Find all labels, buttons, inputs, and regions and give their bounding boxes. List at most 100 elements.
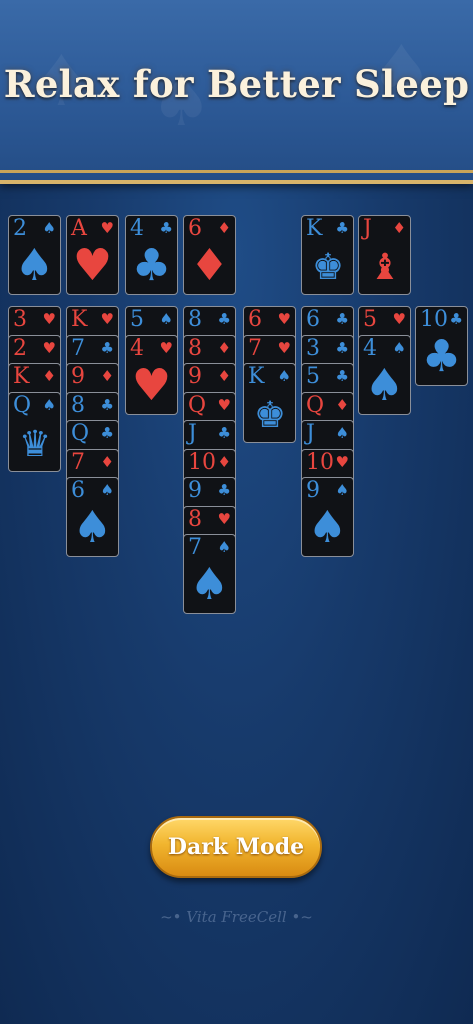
- card-suit-icon: ♦: [217, 219, 231, 237]
- tableau-card[interactable]: 4 ♠ ♠: [358, 334, 411, 415]
- card-center-suit-icon: ♥: [72, 240, 113, 291]
- card-center-suit-icon: ♦: [189, 240, 230, 291]
- card-suit-icon: ♠: [392, 338, 406, 357]
- card-rank: 10: [188, 449, 216, 475]
- card-suit-icon: ♦: [100, 367, 114, 385]
- card-center-suit-icon: ♥: [131, 359, 172, 411]
- card-suit-icon: ♠: [277, 367, 291, 385]
- card-rank: J: [306, 421, 315, 446]
- tableau-card[interactable]: 10 ♣ ♣: [415, 306, 468, 386]
- foundation-card[interactable]: K ♣ ♚: [301, 215, 354, 295]
- card-rank: 9: [71, 364, 85, 389]
- card-rank: 5: [306, 364, 320, 389]
- card-center-suit-icon: ♠: [364, 359, 405, 411]
- card-center-suit-icon: ♠: [307, 502, 348, 553]
- card-center-suit-icon: ♠: [72, 502, 113, 553]
- tableau-card[interactable]: 7 ♠ ♠: [183, 534, 236, 614]
- card-rank: K: [71, 307, 88, 332]
- card-rank: 3: [306, 335, 320, 361]
- card-rank: 7: [71, 335, 85, 361]
- free-cell-card[interactable]: 6 ♦ ♦: [183, 215, 236, 295]
- card-suit-icon: ♥: [335, 452, 349, 471]
- card-rank: Q: [71, 421, 90, 446]
- card-suit-icon: ♦: [217, 367, 231, 385]
- card-rank: 8: [188, 506, 202, 532]
- tableau-card[interactable]: 6 ♠ ♠: [66, 477, 119, 557]
- queen-portrait-icon: ♛: [18, 423, 52, 465]
- card-suit-icon: ♥: [42, 310, 56, 328]
- card-rank: K: [248, 364, 265, 389]
- card-suit-icon: ♠: [42, 219, 56, 237]
- card-rank: 6: [306, 307, 320, 332]
- app-logo: ~• Vita FreeCell •~: [160, 908, 313, 926]
- card-rank: 2: [13, 335, 27, 361]
- card-suit-icon: ♣: [217, 481, 231, 499]
- card-rank: J: [188, 421, 197, 446]
- card-suit-icon: ♥: [392, 310, 406, 328]
- free-cell-card[interactable]: A ♥ ♥: [66, 215, 119, 295]
- free-cell-card[interactable]: 2 ♠ ♠: [8, 215, 61, 295]
- king-portrait-icon: ♚: [253, 395, 287, 436]
- card-rank: 5: [363, 307, 377, 332]
- card-rank: K: [306, 216, 323, 241]
- card-rank: 9: [188, 478, 202, 503]
- card-suit-icon: ♣: [100, 424, 114, 442]
- tableau-card[interactable]: K ♠ ♚: [243, 363, 296, 443]
- card-rank: 6: [71, 478, 85, 503]
- tableau-card[interactable]: Q ♠ ♛: [8, 391, 61, 472]
- tableau-card[interactable]: 4 ♥ ♥: [125, 334, 178, 415]
- card-rank: K: [13, 364, 30, 389]
- card-rank: 7: [71, 449, 85, 475]
- card-rank: 6: [188, 216, 202, 241]
- card-suit-icon: ♥: [277, 310, 291, 328]
- jack-portrait-icon: ♝: [368, 247, 402, 288]
- card-rank: 7: [248, 335, 262, 361]
- card-rank: 4: [363, 335, 377, 361]
- card-rank: 4: [130, 216, 144, 241]
- card-rank: 3: [13, 307, 27, 332]
- card-suit-icon: ♦: [217, 338, 231, 357]
- king-portrait-icon: ♚: [311, 247, 345, 288]
- card-rank: 10: [420, 307, 448, 332]
- card-suit-icon: ♥: [159, 338, 173, 357]
- card-suit-icon: ♣: [449, 310, 463, 328]
- card-suit-icon: ♠: [42, 395, 56, 414]
- card-rank: 4: [130, 335, 144, 361]
- card-rank: Q: [306, 392, 325, 418]
- card-suit-icon: ♣: [159, 219, 173, 237]
- promo-banner: ♠ ♠ ♠ Relax for Better Sleep: [0, 0, 473, 184]
- card-suit-icon: ♣: [217, 310, 231, 328]
- card-center-suit-icon: ♠: [189, 559, 230, 610]
- card-suit-icon: ♠: [159, 310, 173, 328]
- card-suit-icon: ♣: [335, 219, 349, 237]
- foundation-card[interactable]: J ♦ ♝: [358, 215, 411, 295]
- card-rank: 6: [248, 307, 262, 332]
- card-rank: 9: [306, 478, 320, 503]
- card-center-suit-icon: ♠: [14, 240, 55, 291]
- card-rank: 8: [188, 335, 202, 361]
- card-suit-icon: ♥: [42, 338, 56, 357]
- card-rank: 8: [71, 392, 85, 418]
- card-suit-icon: ♦: [100, 452, 114, 471]
- card-suit-icon: ♥: [217, 395, 231, 414]
- tableau-card[interactable]: 9 ♠ ♠: [301, 477, 354, 557]
- card-rank: 8: [188, 307, 202, 332]
- banner-gold-divider: [0, 170, 473, 173]
- card-rank: 7: [188, 535, 202, 560]
- card-rank: J: [363, 216, 372, 241]
- card-suit-icon: ♦: [42, 367, 56, 385]
- dark-mode-button[interactable]: Dark Mode: [150, 816, 322, 878]
- card-suit-icon: ♣: [100, 395, 114, 414]
- free-cell-card[interactable]: 4 ♣ ♣: [125, 215, 178, 295]
- card-rank: Q: [188, 392, 207, 418]
- card-suit-icon: ♣: [335, 338, 349, 357]
- card-suit-icon: ♥: [277, 338, 291, 357]
- card-suit-icon: ♥: [100, 310, 114, 328]
- card-suit-icon: ♠: [335, 481, 349, 499]
- card-rank: 5: [130, 307, 144, 332]
- card-suit-icon: ♠: [335, 424, 349, 442]
- card-rank: A: [71, 216, 87, 241]
- card-suit-icon: ♦: [335, 395, 349, 414]
- card-suit-icon: ♠: [100, 481, 114, 499]
- card-suit-icon: ♣: [217, 424, 231, 442]
